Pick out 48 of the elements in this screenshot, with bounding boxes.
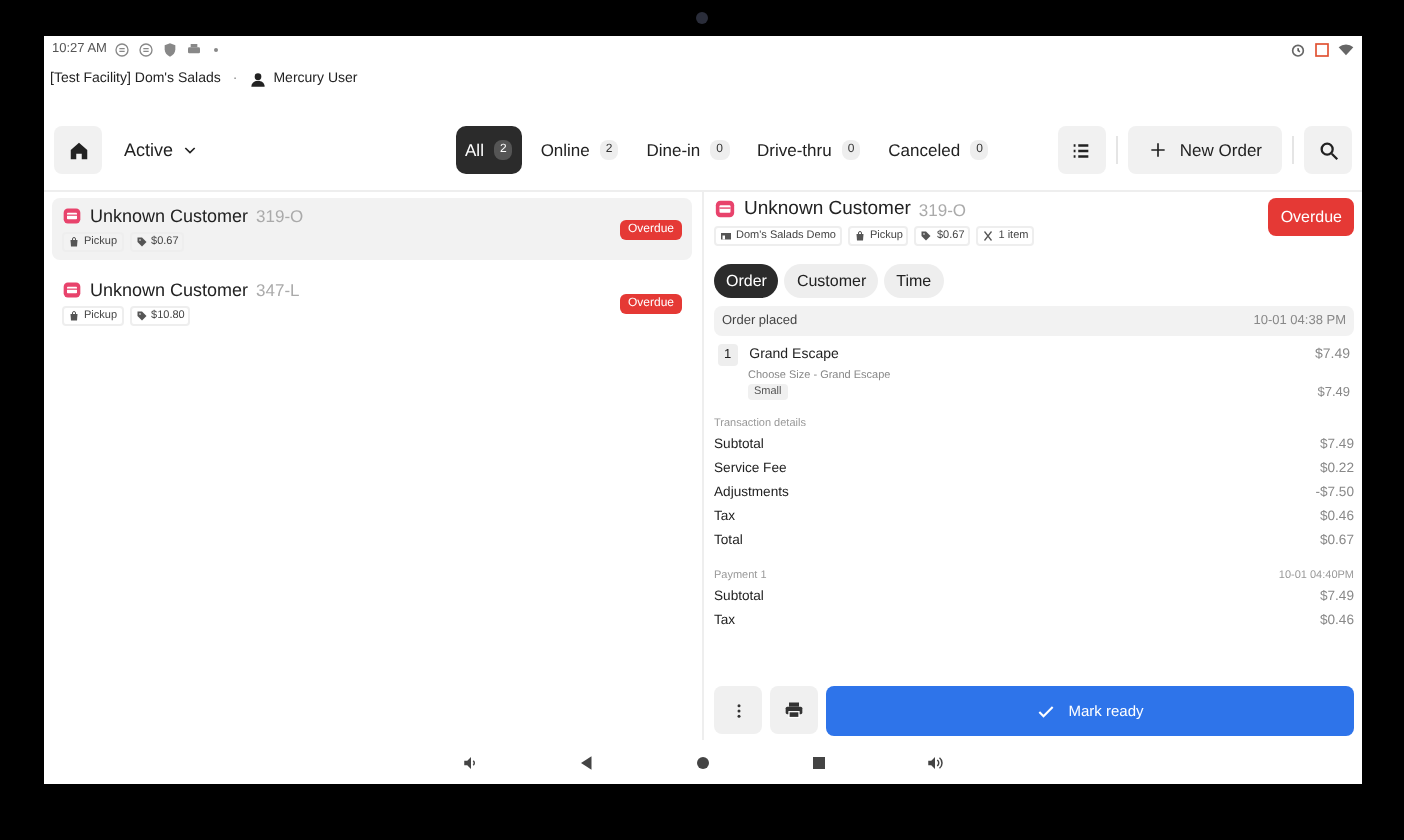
detail-tab[interactable]: Order: [714, 264, 779, 298]
overdue-badge: Overdue: [1268, 198, 1354, 236]
bag-icon: [853, 230, 866, 242]
tag-icon: [135, 236, 148, 248]
home-icon: [694, 753, 712, 771]
back-icon: [578, 753, 596, 771]
new-order-button[interactable]: New Order: [1127, 126, 1282, 174]
list-view-button[interactable]: [1057, 126, 1106, 174]
order-code: 319-O: [256, 206, 304, 226]
volume-up-icon: [926, 753, 944, 771]
printer-icon: [186, 41, 203, 57]
camera-dot: [696, 12, 708, 24]
printer-icon: [784, 700, 804, 720]
house-icon: [67, 139, 89, 161]
ticket-icon: [62, 280, 82, 300]
detail-tab[interactable]: Time: [884, 264, 944, 298]
sim-icon: [138, 41, 155, 57]
print-button[interactable]: [770, 686, 818, 734]
dot-icon: [210, 43, 223, 55]
customer-name: Unknown Customer: [90, 280, 249, 300]
wifi-icon: [1338, 41, 1354, 57]
customer-name: Unknown Customer: [90, 206, 249, 226]
home-button[interactable]: [54, 126, 102, 174]
chevron-down-icon: [181, 142, 198, 158]
store-icon: [720, 230, 732, 242]
alarm-icon: [1290, 41, 1306, 57]
tag-icon: [135, 310, 148, 322]
list-icon: [1070, 139, 1093, 161]
shield-icon: [162, 41, 179, 57]
detail-tab[interactable]: Customer: [784, 264, 879, 298]
order-code: 347-L: [256, 280, 300, 300]
ticket-icon: [62, 206, 82, 226]
search-button[interactable]: [1304, 126, 1352, 174]
bag-icon: [68, 236, 80, 248]
square-icon: [1314, 41, 1330, 57]
status-dropdown[interactable]: Active: [112, 140, 210, 160]
volume-down-icon: [462, 753, 480, 771]
ticket-icon: [714, 198, 736, 220]
person-icon: [249, 71, 266, 87]
tag-icon: [920, 230, 933, 242]
sim-icon: [114, 41, 131, 57]
search-icon: [1317, 139, 1339, 161]
recents-icon: [810, 753, 828, 771]
check-icon: [1036, 701, 1057, 721]
order-code: 319-O: [918, 199, 967, 219]
bag-icon: [68, 310, 80, 322]
plus-icon: [1147, 140, 1168, 160]
customer-name: Unknown Customer: [744, 198, 911, 220]
